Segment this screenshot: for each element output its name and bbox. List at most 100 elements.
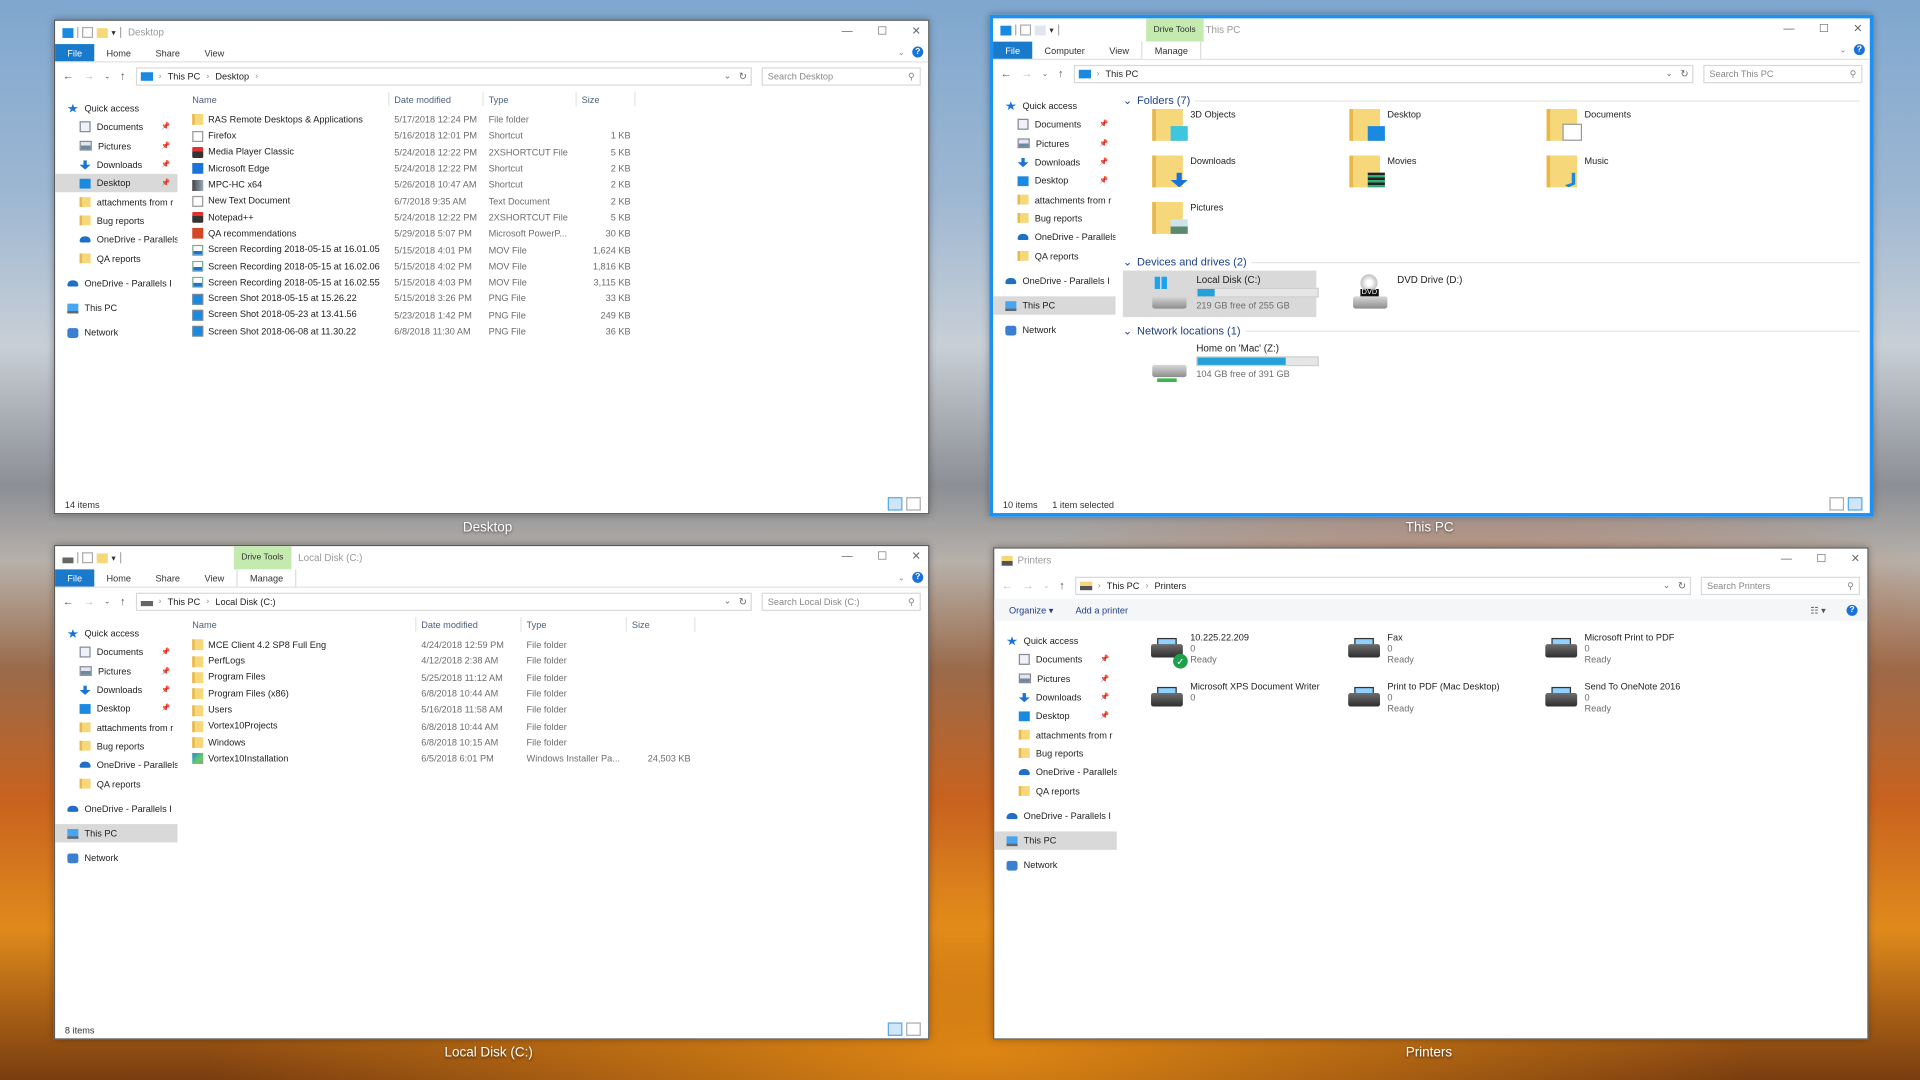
change-view-button[interactable]: ☷ ▾ <box>1810 604 1825 615</box>
maximize-button[interactable]: ☐ <box>877 24 887 37</box>
large-icons-view-button[interactable] <box>906 1022 921 1036</box>
sidebar-item-quick-access[interactable]: Quick access <box>55 624 177 643</box>
sidebar-item-qa-reports[interactable]: QA reports <box>55 774 177 793</box>
back-button[interactable]: ← <box>62 595 73 607</box>
refresh-button[interactable]: ↻ <box>739 70 747 81</box>
file-row[interactable]: Screen Recording 2018-05-15 at 16.01.05 5… <box>187 242 928 258</box>
tab-home[interactable]: Home <box>94 569 143 586</box>
maximize-button[interactable]: ☐ <box>1819 22 1829 35</box>
printer-tile[interactable]: Print to PDF (Mac Desktop) 0 Ready <box>1348 681 1545 728</box>
sidebar-item-this-pc[interactable]: This PC <box>994 831 1117 851</box>
sidebar-item-pictures[interactable]: Pictures 📌 <box>994 669 1116 688</box>
column-date-modified[interactable]: Date modified <box>416 617 522 632</box>
file-list[interactable]: ^ Name Date modified Type Size MCE Clien… <box>178 615 929 1022</box>
group-header-devices[interactable]: ⌄ Devices and drives (2) <box>1123 253 1870 270</box>
folder-tile-desktop[interactable]: Desktop <box>1349 108 1546 156</box>
close-button[interactable]: ✕ <box>912 550 921 563</box>
close-button[interactable]: ✕ <box>1851 552 1860 565</box>
forward-button[interactable]: → <box>1022 579 1033 591</box>
column-size[interactable]: Size <box>627 617 696 632</box>
add-printer-button[interactable]: Add a printer <box>1075 604 1128 615</box>
content-pane[interactable]: ✓ 10.225.22.209 0 Ready Fax 0 Ready Microsoft P… <box>1117 622 1868 1038</box>
column-size[interactable]: Size <box>577 91 636 107</box>
file-row[interactable]: QA recommendations 5/29/2018 5:07 PM Micro… <box>187 225 928 241</box>
file-list[interactable]: ^ Name Date modified Type Size RAS Remot… <box>178 89 929 496</box>
sidebar-item-onedrive-parallels[interactable]: OneDrive - Parallels <box>55 756 178 775</box>
organize-button[interactable]: Organize ▾ <box>1009 604 1053 615</box>
search-input[interactable]: Search Desktop ⚲ <box>761 66 921 86</box>
help-icon[interactable]: ? <box>912 571 924 583</box>
large-icons-view-button[interactable] <box>1847 497 1863 511</box>
details-view-button[interactable] <box>1829 497 1845 511</box>
file-row[interactable]: Media Player Classic 5/24/2018 12:22 PM 2X… <box>187 144 928 160</box>
pin-icon[interactable]: 📌 <box>161 179 170 187</box>
address-dropdown-icon[interactable]: ⌄ <box>724 71 731 81</box>
sidebar-item-network[interactable]: Network <box>55 849 177 868</box>
help-icon[interactable]: ? <box>912 46 924 58</box>
pin-icon[interactable]: 📌 <box>161 142 170 150</box>
sidebar-item-network[interactable]: Network <box>994 856 1116 875</box>
sidebar-item-onedrive-parallels-i[interactable]: OneDrive - Parallels I <box>55 274 177 293</box>
address-dropdown-icon[interactable]: ⌄ <box>1663 580 1670 591</box>
navigation-pane[interactable]: Quick access Documents 📌 Pictures 📌 Downloads… <box>993 87 1116 496</box>
pin-icon[interactable]: 📌 <box>1099 121 1108 129</box>
new-folder-icon[interactable] <box>96 27 108 38</box>
forward-button[interactable]: → <box>83 70 94 82</box>
address-bar[interactable]: › This PC ⌄ ↻ <box>1073 64 1694 83</box>
sidebar-item-downloads[interactable]: Downloads 📌 <box>55 681 177 700</box>
sidebar-item-qa-reports[interactable]: QA reports <box>994 782 1116 801</box>
sidebar-item-bug-reports[interactable]: Bug reports <box>55 212 177 231</box>
close-button[interactable]: ✕ <box>912 24 921 37</box>
sidebar-item-attachments-from-r[interactable]: attachments from r <box>55 718 177 737</box>
file-row[interactable]: Program Files 5/25/2018 11:12 AM File fold… <box>187 669 928 685</box>
back-button[interactable]: ← <box>1000 67 1011 79</box>
sidebar-item-downloads[interactable]: Downloads 📌 <box>55 155 177 174</box>
sidebar-item-bug-reports[interactable]: Bug reports <box>55 737 177 756</box>
explorer-window-desktop[interactable]: ▾ Desktop — ☐ ✕ File Home Share View ⌄? ← … <box>53 19 930 515</box>
refresh-button[interactable]: ↻ <box>739 596 747 607</box>
column-name[interactable]: Name <box>187 617 417 632</box>
sidebar-item-quick-access[interactable]: Quick access <box>994 632 1116 651</box>
sidebar-item-onedrive-parallels-i[interactable]: OneDrive - Parallels I <box>993 271 1115 290</box>
tab-manage[interactable]: Manage <box>236 569 297 587</box>
file-row[interactable]: Microsoft Edge 5/24/2018 12:22 PM Shortcut… <box>187 160 928 176</box>
pin-icon[interactable]: 📌 <box>1100 656 1109 664</box>
maximize-button[interactable]: ☐ <box>1816 552 1826 565</box>
sidebar-item-desktop[interactable]: Desktop 📌 <box>55 699 177 718</box>
printer-tile[interactable]: Fax 0 Ready <box>1348 632 1545 679</box>
tab-view[interactable]: View <box>192 44 236 61</box>
expand-ribbon-icon[interactable]: ⌄ <box>898 47 905 57</box>
up-button[interactable]: ↑ <box>120 70 126 82</box>
drive-dvd-d[interactable]: DVD DVD Drive (D:) <box>1353 271 1537 318</box>
file-row[interactable]: Users 5/16/2018 11:58 AM File folder <box>187 702 928 718</box>
sidebar-item-desktop[interactable]: Desktop 📌 <box>994 707 1116 726</box>
file-row[interactable]: Vortex10Projects 6/8/2018 10:44 AM File fo… <box>187 718 928 734</box>
network-drive-z[interactable]: Home on 'Mac' (Z:) 104 GB free of 391 GB <box>1123 339 1368 386</box>
explorer-window-local-disk[interactable]: ▾ Drive Tools Local Disk (C:) — ☐ ✕ File H… <box>53 544 930 1040</box>
sidebar-item-onedrive-parallels[interactable]: OneDrive - Parallels <box>55 230 178 249</box>
title-bar[interactable]: ▾ Desktop — ☐ ✕ <box>55 21 928 44</box>
minimize-button[interactable]: — <box>1781 552 1792 565</box>
sidebar-item-network[interactable]: Network <box>993 321 1115 340</box>
navigation-pane[interactable]: Quick access Documents 📌 Pictures 📌 Downloads… <box>55 615 178 1022</box>
sidebar-item-attachments-from-r[interactable]: attachments from r <box>55 193 177 212</box>
forward-button[interactable]: → <box>1021 67 1032 79</box>
refresh-button[interactable]: ↻ <box>1680 68 1688 79</box>
back-button[interactable]: ← <box>1002 579 1013 591</box>
address-dropdown-icon[interactable]: ⌄ <box>1665 69 1672 79</box>
breadcrumb-desktop[interactable]: Desktop <box>215 70 249 81</box>
search-input[interactable]: Search This PC ⚲ <box>1703 64 1863 83</box>
sidebar-item-pictures[interactable]: Pictures 📌 <box>55 662 177 681</box>
file-row[interactable]: PerfLogs 4/12/2018 2:38 AM File folder <box>187 653 928 669</box>
pin-icon[interactable]: 📌 <box>1100 693 1109 701</box>
sidebar-item-onedrive-parallels[interactable]: OneDrive - Parallels <box>993 228 1116 247</box>
sidebar-item-this-pc[interactable]: This PC <box>993 296 1116 316</box>
folder-tile-3d-objects[interactable]: 3D Objects <box>1152 108 1349 156</box>
expand-ribbon-icon[interactable]: ⌄ <box>898 572 905 583</box>
large-icons-view-button[interactable] <box>906 497 921 511</box>
recent-locations-button[interactable]: ⌄ <box>104 72 110 80</box>
pin-icon[interactable]: 📌 <box>161 686 170 694</box>
maximize-button[interactable]: ☐ <box>877 550 887 563</box>
sidebar-item-quick-access[interactable]: Quick access <box>55 99 177 118</box>
sidebar-item-pictures[interactable]: Pictures 📌 <box>993 134 1115 153</box>
